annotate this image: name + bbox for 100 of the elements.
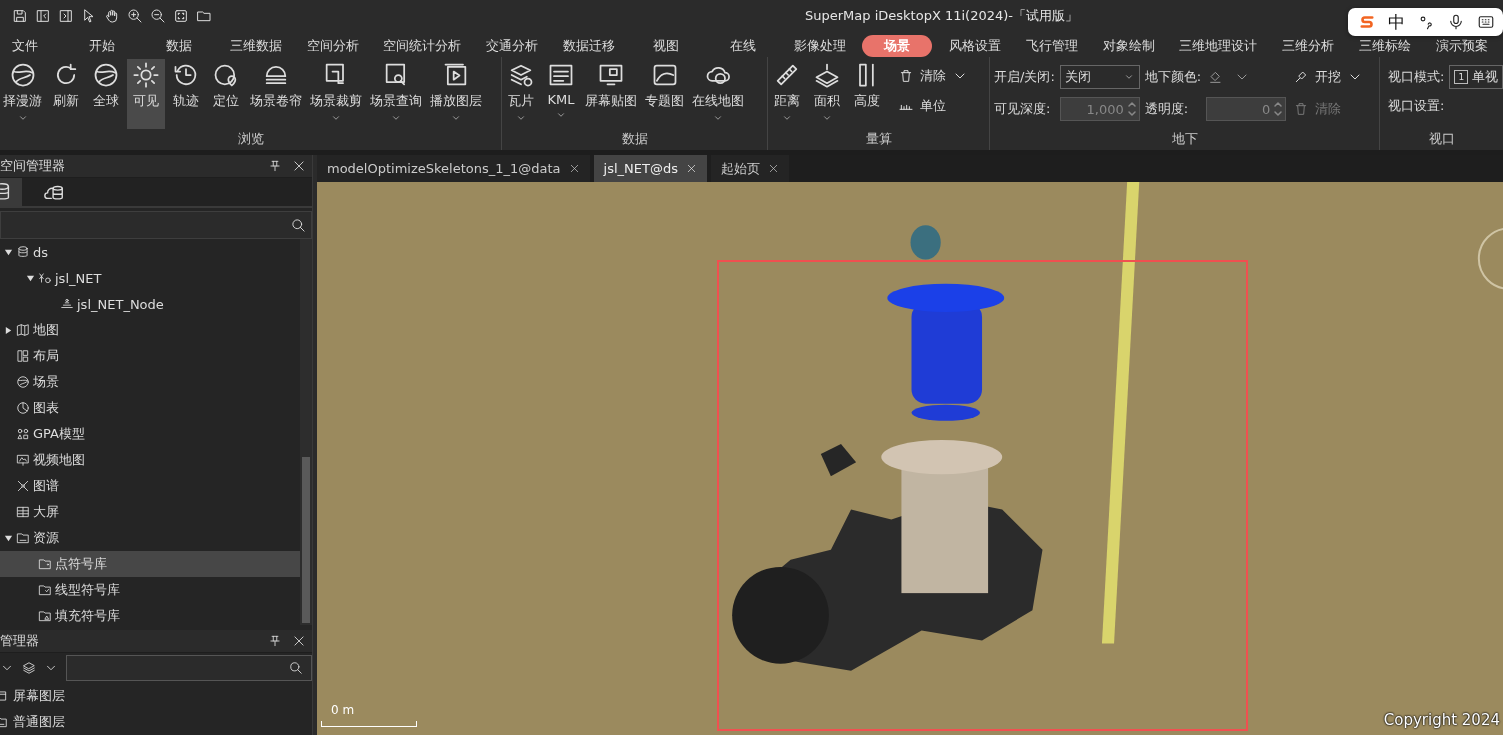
ribbon-button[interactable]: 瓦片 (502, 59, 540, 129)
menu-tab[interactable]: 三维分析 (1269, 35, 1346, 57)
menu-tab[interactable]: 空间统计分析 (371, 35, 473, 57)
menu-tab[interactable]: 风格设置 (936, 35, 1013, 57)
menu-tab[interactable]: 对象绘制 (1090, 35, 1167, 57)
collapsed-arrow-icon[interactable] (4, 325, 13, 335)
back-document-icon[interactable] (35, 8, 51, 24)
ribbon-button[interactable]: 可见 (127, 59, 165, 129)
logo-icon[interactable] (1358, 13, 1376, 31)
menu-tab[interactable]: 飞行管理 (1013, 35, 1090, 57)
expanded-arrow-icon[interactable] (4, 247, 13, 257)
layout-icon (16, 349, 30, 363)
ribbon-button[interactable]: 屏幕贴图 (582, 59, 640, 129)
sun-icon (132, 61, 160, 89)
tree-item[interactable]: 视频地图 (0, 447, 300, 473)
ribbon-button[interactable]: 场景裁剪 (307, 59, 365, 129)
layers-icon[interactable] (22, 661, 36, 675)
menu-tab[interactable]: 影像处理 (781, 35, 858, 57)
menu-tab[interactable]: 开始 (63, 35, 140, 57)
menu-tab[interactable]: 视图 (627, 35, 704, 57)
folder-icon (38, 557, 52, 571)
toolbar-button[interactable]: 清除 (896, 65, 970, 87)
tree-item[interactable]: 图表 (0, 395, 300, 421)
tree-item[interactable]: 填充符号库 (0, 603, 300, 625)
caret-icon (555, 110, 567, 120)
panel-title: 空间管理器 (0, 157, 66, 175)
copyright-text: Copyright 2024 (1383, 711, 1500, 729)
forward-document-icon[interactable] (58, 8, 74, 24)
input-mode-toggle[interactable]: 中 (1388, 10, 1405, 34)
ribbon-button[interactable]: KML (542, 59, 580, 129)
menu-tab[interactable]: 数据迁移 (550, 35, 627, 57)
ribbon-button[interactable]: 全球 (87, 59, 125, 129)
menu-tab[interactable]: 在线 (704, 35, 781, 57)
document-tab[interactable]: modelOptimizeSkeletons_1_1@data (317, 155, 590, 182)
menu-tab[interactable]: 三维标绘 (1346, 35, 1423, 57)
zoom-in-icon[interactable] (127, 8, 143, 24)
keyboard-icon[interactable] (1477, 13, 1495, 31)
ribbon-button[interactable]: 在线地图 (689, 59, 747, 129)
scrollbar[interactable] (300, 239, 312, 625)
tree-item[interactable]: jsl_NET_Node (0, 291, 300, 317)
ribbon-button[interactable]: 场景查询 (367, 59, 425, 129)
ribbon-button[interactable]: 距离 (768, 59, 806, 129)
menu-tab[interactable]: 演示预案 (1423, 35, 1500, 57)
close-icon[interactable] (292, 634, 306, 648)
window-title: SuperMap iDesktopX 11i(2024)-「试用版」 (805, 7, 1078, 25)
tree-item[interactable]: 场景 (0, 369, 300, 395)
folder-icon (16, 531, 30, 545)
menu-tab[interactable]: 数据 (140, 35, 217, 57)
area-icon (813, 61, 841, 89)
menu-tab[interactable]: 文件 (0, 35, 63, 57)
tree-item[interactable]: 线型符号库 (0, 577, 300, 603)
layer-item[interactable]: 屏幕图层 (0, 683, 312, 709)
close-icon[interactable] (292, 159, 306, 173)
microphone-icon[interactable] (1447, 13, 1465, 31)
tree-item[interactable]: 地图 (0, 317, 300, 343)
globe-icon (92, 61, 120, 89)
folder-icon (38, 583, 52, 597)
tree-item[interactable]: 图谱 (0, 473, 300, 499)
ribbon-button[interactable]: 场景卷帘 (247, 59, 305, 129)
field-label: 开启/关闭: (994, 68, 1055, 86)
tree-item[interactable]: 布局 (0, 343, 300, 369)
expanded-arrow-icon[interactable] (4, 533, 13, 543)
globe-icon (16, 375, 30, 389)
pin-icon[interactable] (268, 634, 282, 648)
viewport-mode-field[interactable]: 1 单视 (1449, 65, 1503, 89)
hand-icon[interactable] (104, 8, 120, 24)
tree-item[interactable]: jsl_NET (0, 265, 300, 291)
save-icon[interactable] (12, 8, 28, 24)
ribbon-button[interactable]: 轨迹 (167, 59, 205, 129)
ribbon-button[interactable]: 刷新 (47, 59, 85, 129)
document-tab[interactable]: 起始页 (711, 155, 789, 182)
dropdown-field[interactable]: 关闭 (1059, 65, 1140, 89)
search-field[interactable] (0, 211, 312, 239)
field-label: 视口设置: (1388, 97, 1445, 115)
zoom-out-icon[interactable] (150, 8, 166, 24)
menu-tab[interactable]: 空间分析 (294, 35, 371, 57)
toolbar-button[interactable]: 开挖 (1291, 66, 1366, 88)
ribbon-button[interactable]: 面积 (808, 59, 846, 129)
toolbar-button[interactable]: 单位 (896, 95, 970, 117)
expanded-arrow-icon[interactable] (26, 273, 35, 283)
full-extent-icon[interactable] (173, 8, 189, 24)
tree-item[interactable]: 资源 (0, 525, 300, 551)
ribbon-button[interactable]: 专题图 (642, 59, 687, 129)
tree-item[interactable]: 大屏 (0, 499, 300, 525)
folder-icon[interactable] (196, 8, 212, 24)
layer-item[interactable]: 普通图层 (0, 709, 312, 735)
menu-tab[interactable]: 交通分析 (473, 35, 550, 57)
search-field[interactable] (66, 655, 312, 681)
ribbon-button[interactable]: 高度 (848, 59, 886, 129)
menu-tab[interactable]: 三维数据 (217, 35, 294, 57)
document-tab[interactable]: jsl_NET@ds (593, 155, 707, 182)
menu-tab[interactable]: 三维地理设计 (1167, 35, 1269, 57)
ribbon-button[interactable]: 定位 (207, 59, 245, 129)
ribbon-button[interactable]: 择漫游 (0, 59, 45, 129)
scrollbar-thumb[interactable] (302, 457, 310, 623)
ribbon-button[interactable]: 播放图层 (427, 59, 485, 129)
tree-item[interactable]: GPA模型 (0, 421, 300, 447)
tree-item[interactable]: ds (0, 239, 300, 265)
tree-item[interactable]: 点符号库 (0, 551, 300, 577)
pin-icon[interactable] (268, 159, 282, 173)
